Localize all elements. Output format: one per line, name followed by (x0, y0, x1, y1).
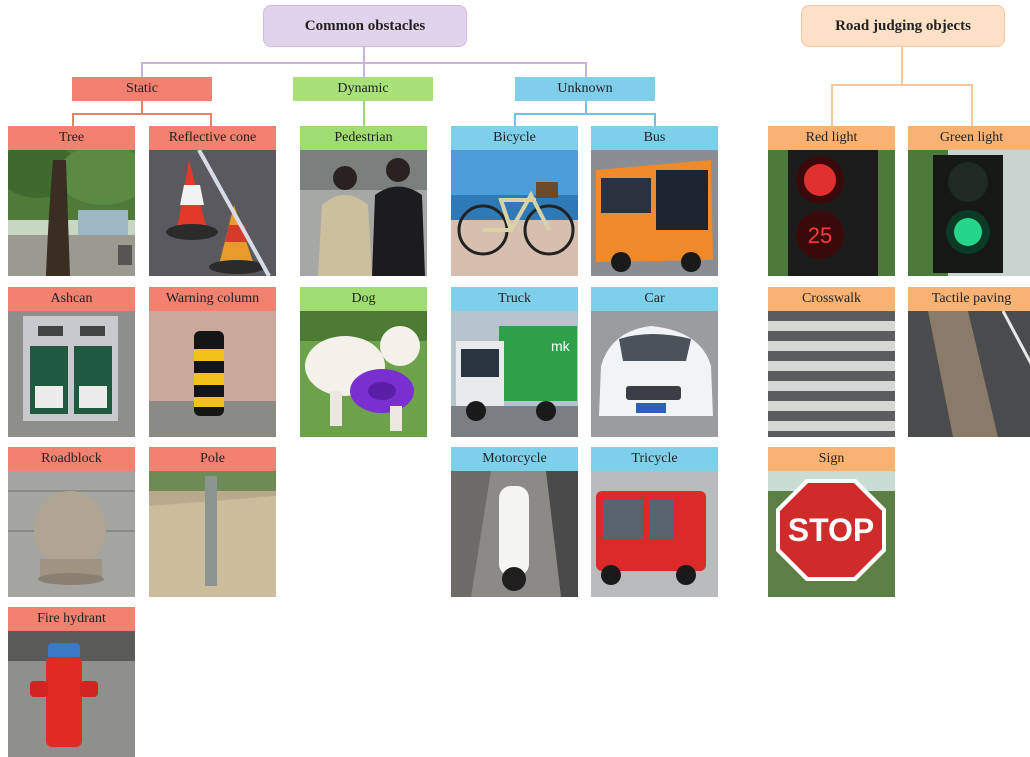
tile-label: Bus (591, 126, 718, 150)
tile-green-light: Green light (908, 126, 1030, 276)
tile-label: Tree (8, 126, 135, 150)
tile-dog: Dog (300, 287, 427, 437)
bicycle-photo (451, 150, 578, 276)
roadblock-photo (8, 471, 135, 597)
connector-unknown-horizontal (514, 113, 656, 115)
truck-logo-text: mk (551, 338, 571, 354)
motorcycle-photo (451, 471, 578, 597)
crosswalk-photo (768, 311, 895, 437)
connector-static-left (72, 113, 74, 126)
tile-tactile-paving: Tactile paving (908, 287, 1030, 437)
tile-label: Truck (451, 287, 578, 311)
connector-road-left (831, 84, 833, 126)
tile-ashcan: Ashcan (8, 287, 135, 437)
pole-photo (149, 471, 276, 597)
tile-label: Ashcan (8, 287, 135, 311)
tile-label: Pole (149, 447, 276, 471)
tile-label: Motorcycle (451, 447, 578, 471)
stop-sign-text: STOP (788, 512, 875, 548)
truck-photo: mk (451, 311, 578, 437)
connector-static-center (141, 101, 143, 114)
tile-tricycle: Tricycle (591, 447, 718, 597)
category-unknown: Unknown (515, 77, 655, 101)
warning-column-photo (149, 311, 276, 437)
tile-label: Car (591, 287, 718, 311)
red-light-photo: 25 (768, 150, 895, 276)
tile-warning-column: Warning column (149, 287, 276, 437)
tile-bus: Bus (591, 126, 718, 276)
tile-label: Bicycle (451, 126, 578, 150)
connector-road-horizontal (831, 84, 973, 86)
tile-label: Green light (908, 126, 1030, 150)
tile-label: Dog (300, 287, 427, 311)
countdown-text: 25 (808, 223, 832, 248)
tile-label: Warning column (149, 287, 276, 311)
connector-dynamic-drop (363, 62, 365, 77)
category-static: Static (72, 77, 212, 101)
tile-pedestrian: Pedestrian (300, 126, 427, 276)
tile-pole: Pole (149, 447, 276, 597)
tile-label: Tactile paving (908, 287, 1030, 311)
pedestrian-photo (300, 150, 427, 276)
tile-car: Car (591, 287, 718, 437)
tile-fire-hydrant: Fire hydrant (8, 607, 135, 757)
tile-label: Pedestrian (300, 126, 427, 150)
reflective-cone-photo (149, 150, 276, 276)
connector-unknown-left (514, 113, 516, 126)
tricycle-photo (591, 471, 718, 597)
bus-photo (591, 150, 718, 276)
tile-roadblock: Roadblock (8, 447, 135, 597)
fire-hydrant-photo (8, 631, 135, 757)
tile-bicycle: Bicycle (451, 126, 578, 276)
tile-label: Fire hydrant (8, 607, 135, 631)
tile-label: Crosswalk (768, 287, 895, 311)
tile-crosswalk: Crosswalk (768, 287, 895, 437)
tile-label: Roadblock (8, 447, 135, 471)
green-light-photo (908, 150, 1030, 276)
tile-motorcycle: Motorcycle (451, 447, 578, 597)
tile-label: Tricycle (591, 447, 718, 471)
connector-static-right (210, 113, 212, 126)
ashcan-photo (8, 311, 135, 437)
tile-label: Reflective cone (149, 126, 276, 150)
connector-unknown-right (654, 113, 656, 126)
category-dynamic: Dynamic (293, 77, 433, 101)
car-photo (591, 311, 718, 437)
tile-reflective-cone: Reflective cone (149, 126, 276, 276)
tactile-paving-photo (908, 311, 1030, 437)
tile-label: Sign (768, 447, 895, 471)
tile-sign: Sign STOP (768, 447, 895, 597)
connector-unknown-drop (585, 62, 587, 77)
dog-photo (300, 311, 427, 437)
tile-truck: Truck mk (451, 287, 578, 437)
connector-dynamic-down (363, 101, 365, 126)
tree-photo (8, 150, 135, 276)
tile-tree: Tree (8, 126, 135, 276)
root-road-judging-objects: Road judging objects (801, 5, 1005, 47)
sign-photo: STOP (768, 471, 895, 597)
connector-static-drop (141, 62, 143, 77)
connector-road-down (901, 46, 903, 84)
tile-label: Red light (768, 126, 895, 150)
root-common-obstacles: Common obstacles (263, 5, 467, 47)
connector-root-down (363, 46, 365, 63)
tile-red-light: Red light 25 (768, 126, 895, 276)
connector-road-right (971, 84, 973, 126)
